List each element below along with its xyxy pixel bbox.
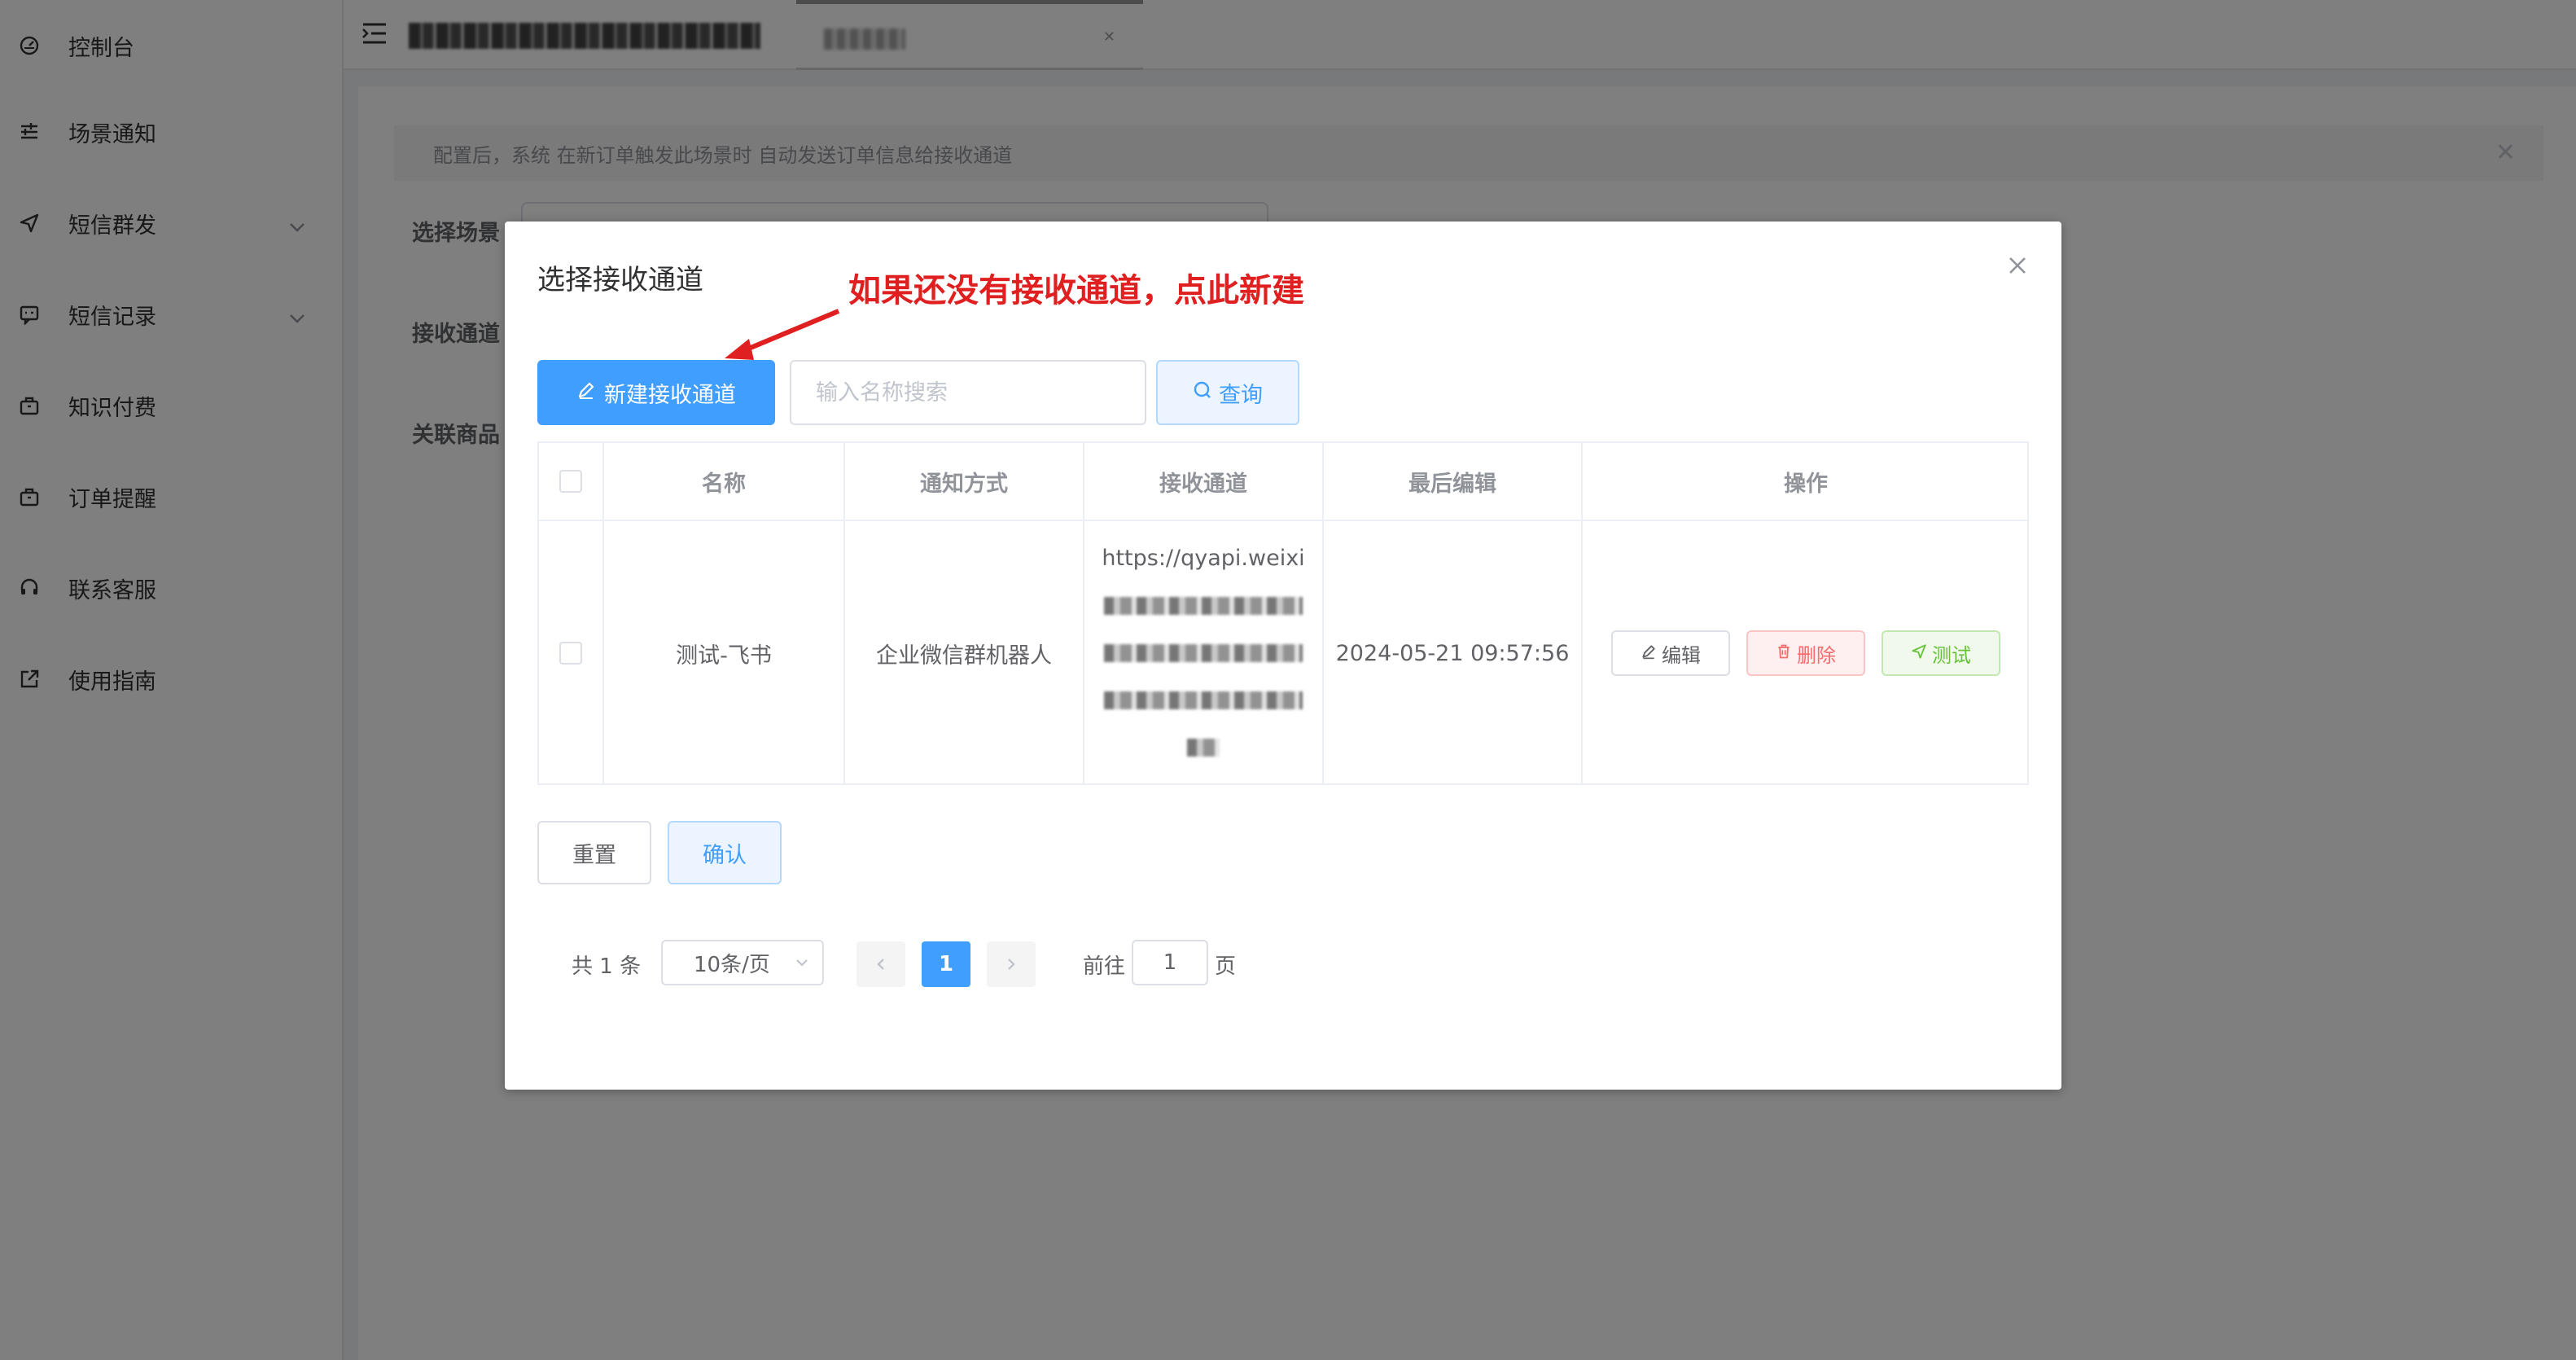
test-button[interactable]: 测试: [1882, 630, 2000, 676]
page-size-value: 10条/页: [694, 952, 770, 977]
query-label: 查询: [1219, 382, 1263, 408]
cell-name: 测试-飞书: [604, 521, 845, 785]
header-select-cell: [539, 443, 604, 520]
select-all-checkbox[interactable]: [559, 470, 582, 493]
reset-button[interactable]: 重置: [537, 821, 651, 884]
test-label: 测试: [1932, 643, 1971, 667]
new-channel-label: 新建接收通道: [604, 382, 736, 408]
row-select-cell: [539, 521, 604, 785]
pagination-total: 共 1 条: [572, 954, 642, 979]
chevron-left-icon: [877, 959, 884, 970]
page-number-current[interactable]: 1: [922, 941, 970, 987]
search-icon: [1193, 380, 1212, 406]
row-checkbox[interactable]: [559, 642, 582, 665]
redacted-url-line: [1187, 739, 1220, 757]
goto-unit: 页: [1215, 954, 1237, 979]
table-row[interactable]: 测试-飞书 企业微信群机器人 https://qyapi.weixi 2024-…: [539, 521, 2027, 785]
delete-label: 删除: [1797, 643, 1836, 667]
select-channel-dialog: 选择接收通道 如果还没有接收通道，点此新建 新建接收通道 查询 名称 通知方式 …: [505, 222, 2061, 1090]
goto-label: 前往: [1083, 954, 1126, 979]
channel-table: 名称 通知方式 接收通道 最后编辑 操作 测试-飞书 企业微信群机器人 http…: [537, 441, 2029, 785]
header-method: 通知方式: [845, 443, 1084, 520]
close-icon[interactable]: [2006, 254, 2029, 280]
cell-last-edit: 2024-05-21 09:57:56: [1324, 521, 1583, 785]
header-channel: 接收通道: [1084, 443, 1324, 520]
header-last-edit: 最后编辑: [1324, 443, 1583, 520]
header-name: 名称: [604, 443, 845, 520]
cell-channel: https://qyapi.weixi: [1084, 521, 1324, 785]
edit-button[interactable]: 编辑: [1611, 630, 1730, 676]
chevron-right-icon: [1008, 959, 1015, 970]
next-page-button[interactable]: [987, 941, 1036, 987]
edit-label: 编辑: [1662, 643, 1701, 667]
prev-page-button[interactable]: [856, 941, 905, 987]
new-channel-button[interactable]: 新建接收通道: [537, 360, 775, 425]
header-actions: 操作: [1784, 471, 1828, 497]
redacted-url-line: [1104, 644, 1303, 662]
edit-icon: [576, 380, 596, 406]
cell-actions: 编辑 删除 测试: [1583, 521, 2029, 785]
dialog-title: 选择接收通道: [537, 264, 703, 296]
channel-url-prefix: https://qyapi.weixi: [1102, 546, 1305, 571]
trash-icon: [1776, 642, 1792, 665]
edit-icon: [1641, 642, 1657, 665]
cell-method: 企业微信群机器人: [845, 521, 1084, 785]
query-button[interactable]: 查询: [1156, 360, 1299, 425]
goto-page-input[interactable]: [1132, 940, 1208, 985]
page-size-select[interactable]: 10条/页: [661, 940, 824, 985]
confirm-button[interactable]: 确认: [668, 821, 782, 884]
annotation-text: 如果还没有接收通道，点此新建: [848, 272, 1304, 309]
chevron-down-icon: [793, 953, 811, 977]
annotation-arrow: [725, 309, 840, 360]
send-icon: [1911, 642, 1927, 665]
redacted-url-line: [1104, 691, 1303, 709]
redacted-url-line: [1104, 597, 1303, 615]
table-header: 名称 通知方式 接收通道 最后编辑 操作: [539, 443, 2027, 521]
search-input[interactable]: [790, 360, 1146, 425]
delete-button[interactable]: 删除: [1746, 630, 1865, 676]
